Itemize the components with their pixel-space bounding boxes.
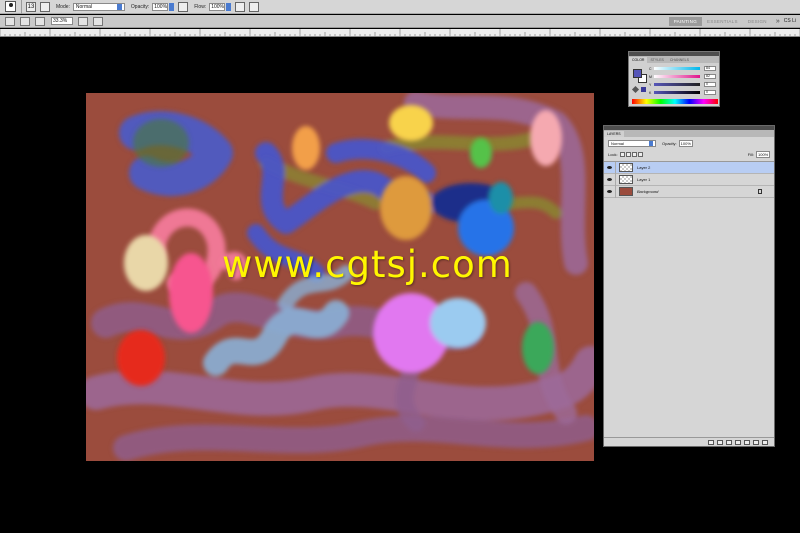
color-panel: COLOR STYLES CHANNELS C 84 M 82 Y 0 K 0 [628,51,720,107]
pen-pressure-opacity-icon[interactable] [178,1,189,12]
workspace-essentials[interactable]: ESSENTIALS [702,17,743,26]
chevron-down-icon [116,3,122,10]
cs-live-button[interactable]: CS Li [784,18,800,24]
layer-style-icon[interactable] [717,439,723,445]
slider-black[interactable]: K 0 [649,90,716,95]
layer-name: Background [637,189,659,194]
flow-slider-toggle[interactable] [226,2,232,11]
tool-preset-picker[interactable] [0,0,22,14]
link-layers-icon[interactable] [708,439,714,445]
layer-list: Layer 2 Layer 1 Background [604,161,774,198]
airbrush-icon[interactable] [235,1,246,12]
view-extras-icon[interactable] [20,16,30,26]
lock-buttons [619,152,643,157]
flow-input[interactable]: 100% [209,2,226,11]
slider-cyan[interactable]: C 84 [649,66,716,71]
brush-preset-icon [5,1,16,12]
layer-name: Layer 2 [637,165,651,170]
lock-icon [758,189,762,194]
magenta-bar[interactable] [654,75,700,78]
lock-image-icon[interactable] [625,152,631,157]
workspace-painting[interactable]: PAINTING [668,16,703,26]
workspace-switcher: PAINTING ESSENTIALS DESIGN » CS Li [668,15,800,28]
color-spectrum-ramp[interactable] [632,99,718,104]
mode-value: Normal [75,3,93,10]
opacity-label: Opacity: [130,3,150,10]
flow-label: Flow: [194,3,207,10]
layers-lock-row: Lock: Fill: 100% [604,150,774,159]
black-bar[interactable] [654,91,700,94]
foreground-color-swatch[interactable] [633,69,642,78]
layer-row-layer-1[interactable]: Layer 1 [604,173,774,186]
options-bar: 13 Mode: Normal Opacity: 100% Flow: 100% [0,0,800,14]
new-group-icon[interactable] [744,439,750,445]
opacity-slider-toggle[interactable] [169,2,175,11]
application-bar: 33.3% PAINTING ESSENTIALS DESIGN » CS Li [0,15,800,28]
visibility-eye-icon[interactable] [604,173,616,186]
lock-position-icon[interactable] [631,152,637,157]
horizontal-ruler[interactable] [0,29,800,37]
color-panel-body: C 84 M 82 Y 0 K 0 [629,63,719,107]
gamut-warning-icon[interactable] [631,85,640,94]
yellow-value[interactable]: 0 [704,82,716,87]
adjustment-layer-icon[interactable] [735,439,741,445]
new-layer-icon[interactable] [753,439,759,445]
cyan-value[interactable]: 84 [704,66,716,71]
layer-row-layer-2[interactable]: Layer 2 [604,161,774,174]
visibility-eye-icon[interactable] [604,185,616,198]
layer-thumbnail [619,175,633,184]
layer-row-background[interactable]: Background [604,185,774,198]
blend-mode-value: Normal [611,141,624,146]
layers-panel: LAYERS Normal Opacity: 100% Lock: Fill: … [603,125,775,447]
zoom-level-field[interactable]: 33.3% [51,17,73,25]
slider-yellow[interactable]: Y 0 [649,82,716,87]
layer-name: Layer 1 [637,177,651,182]
layers-panel-tabs: LAYERS [604,130,774,137]
yellow-bar[interactable] [654,83,700,86]
layer-thumbnail [619,187,633,196]
brush-size-display[interactable]: 13 [26,1,36,12]
opacity-input[interactable]: 100% [152,2,169,11]
fill-group: Fill: 100% [748,151,770,158]
layer-opacity-input[interactable]: 100% [678,140,693,147]
site-watermark: www.cgtsj.com [222,243,513,286]
mode-select[interactable]: Normal [72,2,125,11]
visibility-eye-icon[interactable] [604,161,616,174]
launch-bridge-icon[interactable] [5,16,15,26]
more-workspaces-button[interactable]: » [772,18,784,25]
add-mask-icon[interactable] [726,439,732,445]
color-panel-tabs: COLOR STYLES CHANNELS [629,56,719,63]
pen-pressure-size-icon[interactable] [249,1,260,12]
lock-all-icon[interactable] [637,152,643,157]
ruler-ticks [0,29,800,36]
layers-blend-row: Normal Opacity: 100% [604,139,774,148]
lock-label: Lock: [608,152,618,157]
hand-tool-icon[interactable] [78,16,88,26]
layer-thumbnail [619,163,633,172]
workspace-design[interactable]: DESIGN [743,17,772,26]
slider-magenta[interactable]: M 82 [649,74,716,79]
magenta-value[interactable]: 82 [704,74,716,79]
web-safe-cube-icon[interactable] [641,87,646,92]
arrange-documents-icon[interactable] [35,16,45,26]
delete-layer-icon[interactable] [762,439,768,445]
tab-layers[interactable]: LAYERS [604,131,624,137]
rotate-view-icon[interactable] [93,16,103,26]
mode-label: Mode: [56,3,70,10]
black-value[interactable]: 0 [704,90,716,95]
blend-mode-select[interactable]: Normal [608,140,656,147]
fill-label: Fill: [747,152,754,157]
chevron-down-icon [649,141,653,146]
layer-opacity-label: Opacity: [662,141,677,146]
lock-transparent-icon[interactable] [619,152,625,157]
cyan-bar[interactable] [654,67,700,70]
fill-input[interactable]: 100% [756,151,770,158]
brush-panel-toggle-icon[interactable] [40,1,50,12]
layers-footer [604,437,774,446]
